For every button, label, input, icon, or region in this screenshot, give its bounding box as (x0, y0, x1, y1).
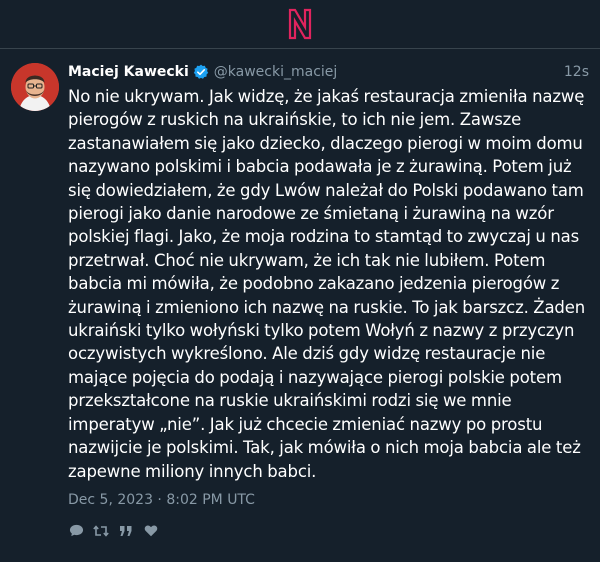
tweet-text: No nie ukrywam. Jak widzę, że jakaś rest… (68, 87, 586, 481)
avatar[interactable] (11, 63, 59, 111)
author-handle[interactable]: @kawecki_maciej (214, 63, 338, 81)
tweet-timestamp: Dec 5, 2023 · 8:02 PM UTC (68, 491, 586, 509)
avatar-image-icon (11, 63, 59, 111)
retweet-icon (93, 525, 109, 537)
reply-button[interactable] (68, 523, 84, 539)
quote-icon (120, 525, 132, 536)
retweet-button[interactable] (93, 523, 109, 539)
heart-icon (144, 525, 158, 537)
author-name[interactable]: Maciej Kawecki (68, 63, 189, 81)
tweet-actions (68, 523, 586, 539)
nitter-logo[interactable] (284, 8, 316, 40)
verified-badge-icon (193, 64, 208, 79)
top-bar (0, 0, 600, 49)
tweet: 12s Maciej Kawecki @kawecki_maciej No ni… (0, 49, 600, 562)
reply-icon (69, 525, 83, 537)
like-button[interactable] (143, 523, 159, 539)
quote-button[interactable] (118, 523, 134, 539)
tweet-header: Maciej Kawecki @kawecki_maciej (68, 63, 586, 81)
tweet-relative-time[interactable]: 12s (564, 63, 589, 81)
tweet-timestamp-link[interactable]: Dec 5, 2023 · 8:02 PM UTC (68, 492, 255, 508)
